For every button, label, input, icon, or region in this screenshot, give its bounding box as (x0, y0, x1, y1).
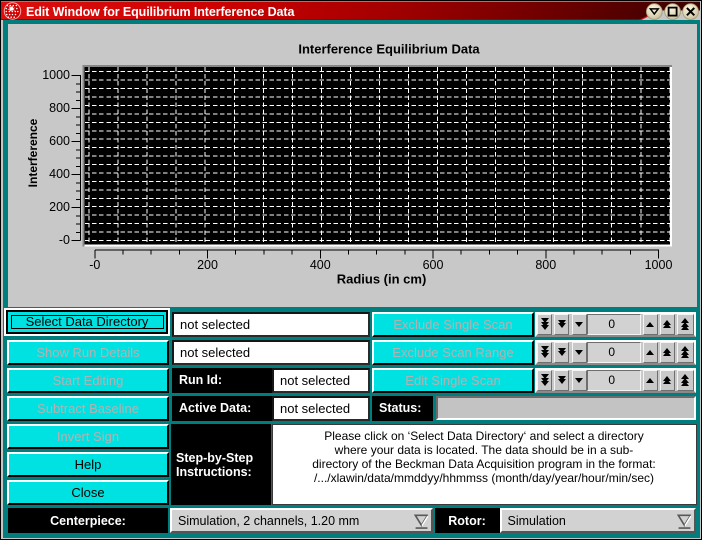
svg-text:600: 600 (422, 258, 443, 272)
svg-text:200: 200 (197, 258, 218, 272)
svg-text:Interference Equilibrium Data: Interference Equilibrium Data (298, 41, 480, 56)
svg-text:600: 600 (49, 134, 70, 148)
svg-text:1000: 1000 (42, 68, 70, 82)
svg-text:400: 400 (309, 258, 330, 272)
svg-text:-0: -0 (89, 258, 100, 272)
svg-text:400: 400 (49, 167, 70, 181)
svg-text:800: 800 (49, 101, 70, 115)
svg-text:-0: -0 (58, 233, 69, 247)
svg-text:800: 800 (535, 258, 556, 272)
svg-text:1000: 1000 (644, 258, 672, 272)
svg-text:Radius (in cm): Radius (in cm) (336, 271, 426, 286)
svg-text:200: 200 (49, 200, 70, 214)
svg-text:Interference: Interference (26, 118, 40, 187)
